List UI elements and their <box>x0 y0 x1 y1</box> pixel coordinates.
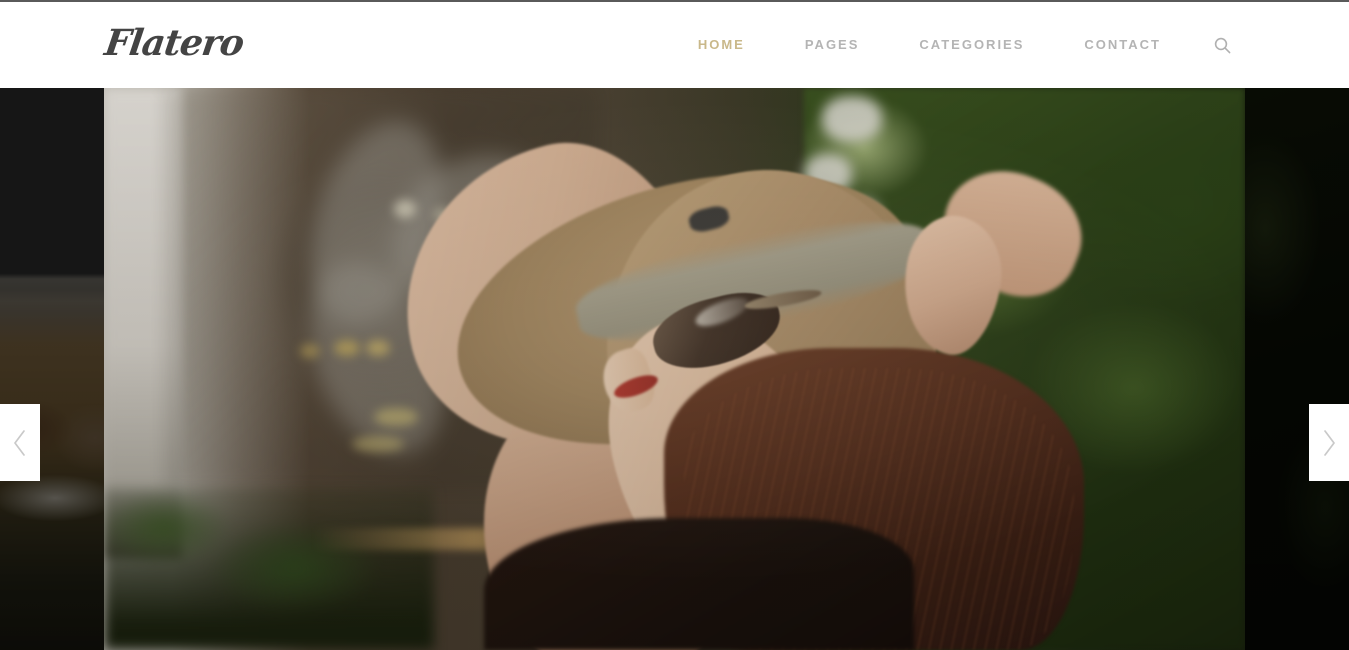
bokeh-light <box>334 340 360 356</box>
nav-item-pages[interactable]: PAGES <box>775 2 890 88</box>
nav-item-home[interactable]: HOME <box>668 2 775 88</box>
foreground-shrubs-left <box>104 488 434 650</box>
chevron-left-icon <box>11 428 29 458</box>
site-header: Flatero HOME PAGES CATEGORIES CONTACT <box>0 2 1349 88</box>
bokeh-light <box>394 200 416 218</box>
tank-top <box>484 518 914 650</box>
chevron-right-icon <box>1320 428 1338 458</box>
bokeh-light <box>352 436 404 452</box>
slider-next-button[interactable] <box>1309 404 1349 481</box>
site-logo[interactable]: Flatero <box>102 22 246 64</box>
primary-navigation: HOME PAGES CATEGORIES CONTACT <box>668 2 1239 88</box>
bokeh-light <box>366 340 390 356</box>
page-root: Flatero HOME PAGES CATEGORIES CONTACT <box>0 0 1349 650</box>
bokeh-light <box>374 408 418 426</box>
slide-current[interactable] <box>104 88 1245 650</box>
slide-previous-image <box>0 88 104 650</box>
slider-prev-button[interactable] <box>0 404 40 481</box>
slide-previous[interactable] <box>0 88 104 650</box>
nav-item-categories[interactable]: CATEGORIES <box>889 2 1054 88</box>
nav-item-contact[interactable]: CONTACT <box>1054 2 1191 88</box>
sky-gap <box>822 96 882 142</box>
slide-next[interactable] <box>1245 88 1349 650</box>
search-icon[interactable] <box>1205 2 1239 88</box>
hero-slider <box>0 88 1349 650</box>
slide-next-image <box>1245 88 1349 650</box>
bokeh-light <box>300 344 320 358</box>
